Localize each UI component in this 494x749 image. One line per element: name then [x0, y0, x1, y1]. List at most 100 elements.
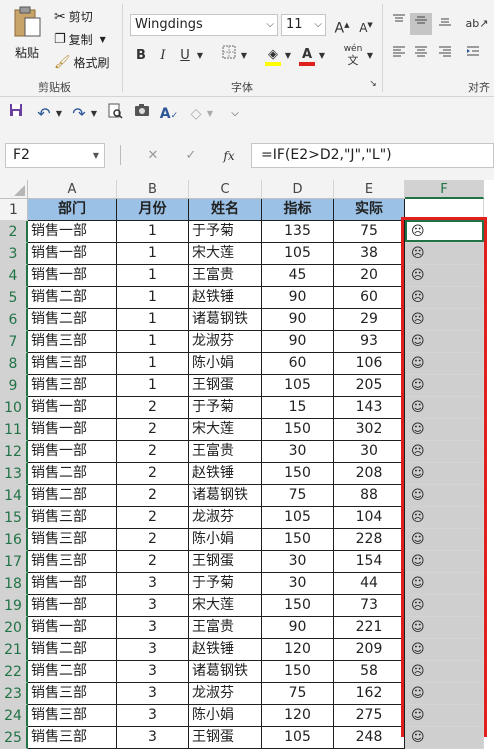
row-header[interactable]: 21 [0, 639, 28, 661]
table-cell[interactable]: 销售三部 [28, 507, 117, 529]
table-cell[interactable]: 销售一部 [28, 441, 117, 463]
align-bottom-button[interactable] [434, 13, 456, 35]
table-cell[interactable]: 30 [262, 573, 334, 595]
table-cell[interactable]: 销售三部 [28, 331, 117, 353]
undo-button[interactable]: ↶ [33, 103, 55, 125]
table-cell[interactable]: 宋大莲 [189, 595, 262, 617]
table-cell[interactable]: 赵铁锤 [189, 287, 262, 309]
phonetic-button[interactable]: wén 文 [340, 43, 366, 67]
table-cell[interactable]: 1 [117, 331, 189, 353]
table-cell[interactable]: 15 [262, 397, 334, 419]
chevron-down-icon[interactable]: ▼ [194, 45, 206, 67]
result-cell[interactable]: ☹ [405, 507, 484, 529]
column-header-a[interactable]: A [28, 180, 117, 199]
spelling-button[interactable]: A✓ [158, 103, 180, 125]
table-cell[interactable]: 1 [117, 309, 189, 331]
row-header[interactable]: 18 [0, 573, 28, 595]
column-header-f[interactable]: F [405, 180, 484, 199]
row-header[interactable]: 9 [0, 375, 28, 397]
font-size-combo[interactable]: 11 ⌵ [281, 14, 326, 36]
table-cell[interactable]: 龙淑芬 [189, 507, 262, 529]
table-cell[interactable]: 106 [334, 353, 405, 375]
align-right-button[interactable] [434, 44, 456, 66]
result-cell[interactable]: ☺ [405, 573, 484, 595]
table-cell[interactable]: 88 [334, 485, 405, 507]
table-cell[interactable]: 38 [334, 243, 405, 265]
table-cell[interactable]: 45 [262, 265, 334, 287]
row-header[interactable]: 22 [0, 661, 28, 683]
table-cell[interactable]: 90 [262, 617, 334, 639]
chevron-down-icon[interactable]: ▼ [316, 45, 328, 67]
result-cell[interactable]: ☺ [405, 639, 484, 661]
font-dialog-launcher-icon[interactable]: ↘ [366, 77, 380, 91]
table-cell[interactable]: 销售二部 [28, 485, 117, 507]
table-cell[interactable]: 104 [334, 507, 405, 529]
table-cell[interactable]: 209 [334, 639, 405, 661]
table-cell[interactable]: 销售三部 [28, 353, 117, 375]
column-header-b[interactable]: B [117, 180, 189, 199]
result-cell[interactable]: ☺ [405, 375, 484, 397]
table-cell[interactable]: 销售二部 [28, 287, 117, 309]
table-cell[interactable]: 销售一部 [28, 617, 117, 639]
align-center-button[interactable] [410, 44, 432, 66]
table-cell[interactable]: 销售一部 [28, 397, 117, 419]
table-cell[interactable]: 1 [117, 265, 189, 287]
result-cell[interactable]: ☺ [405, 397, 484, 419]
result-cell[interactable]: ☺ [405, 353, 484, 375]
table-cell[interactable]: 宋大莲 [189, 419, 262, 441]
table-cell[interactable]: 1 [117, 243, 189, 265]
indent-button[interactable] [462, 44, 484, 66]
column-header-e[interactable]: E [334, 180, 405, 199]
align-middle-button[interactable] [410, 13, 432, 35]
table-cell[interactable]: 44 [334, 573, 405, 595]
table-cell[interactable]: 于予菊 [189, 397, 262, 419]
table-cell[interactable]: 赵铁锤 [189, 463, 262, 485]
table-cell[interactable]: 105 [262, 727, 334, 749]
customize-qat-icon[interactable]: ⌵ [224, 103, 246, 125]
table-cell[interactable]: 销售一部 [28, 419, 117, 441]
row-header[interactable]: 16 [0, 529, 28, 551]
table-cell[interactable]: 销售一部 [28, 595, 117, 617]
table-cell[interactable]: 销售二部 [28, 639, 117, 661]
print-preview-button[interactable] [104, 103, 126, 125]
table-cell[interactable]: 2 [117, 463, 189, 485]
result-cell[interactable]: ☹ [405, 243, 484, 265]
chevron-down-icon[interactable]: ⌵ [314, 15, 322, 35]
result-cell[interactable]: ☺ [405, 551, 484, 573]
table-cell[interactable]: 诸葛钢铁 [189, 661, 262, 683]
column-header-c[interactable]: C [189, 180, 262, 199]
table-cell[interactable]: 龙淑芬 [189, 331, 262, 353]
table-cell[interactable]: 150 [262, 419, 334, 441]
insert-function-button[interactable]: fx [218, 145, 240, 167]
redo-button[interactable]: ↷ [68, 103, 90, 125]
table-cell[interactable]: 1 [117, 287, 189, 309]
table-cell[interactable]: 120 [262, 705, 334, 727]
table-cell[interactable]: 王钢蛋 [189, 375, 262, 397]
result-cell[interactable]: ☺ [405, 617, 484, 639]
table-cell[interactable]: 2 [117, 397, 189, 419]
cell[interactable] [405, 199, 484, 221]
table-cell[interactable]: 销售三部 [28, 375, 117, 397]
name-box[interactable]: F2 ▼ [5, 143, 105, 168]
row-header[interactable]: 15 [0, 507, 28, 529]
table-cell[interactable]: 龙淑芬 [189, 683, 262, 705]
table-cell[interactable]: 王富贵 [189, 441, 262, 463]
table-cell[interactable]: 于予菊 [189, 221, 262, 243]
row-header[interactable]: 4 [0, 265, 28, 287]
result-cell[interactable]: ☹ [405, 265, 484, 287]
enter-button[interactable]: ✓ [180, 145, 202, 167]
table-cell[interactable]: 150 [262, 529, 334, 551]
table-cell[interactable]: 销售三部 [28, 727, 117, 749]
result-cell[interactable]: ☺ [405, 331, 484, 353]
fill-color-button[interactable]: ◈ [262, 44, 284, 66]
table-cell[interactable]: 销售三部 [28, 705, 117, 727]
table-cell[interactable]: 150 [262, 595, 334, 617]
grow-font-button[interactable]: A▲ [331, 14, 353, 37]
result-cell[interactable]: ☺ [405, 727, 484, 749]
chevron-down-icon[interactable]: ▼ [53, 103, 65, 125]
bold-button[interactable]: B [130, 45, 152, 67]
table-cell[interactable]: 90 [262, 287, 334, 309]
font-name-combo[interactable]: Wingdings ⌵ [130, 14, 278, 36]
table-cell[interactable]: 诸葛钢铁 [189, 485, 262, 507]
result-cell[interactable]: ☹ [405, 441, 484, 463]
